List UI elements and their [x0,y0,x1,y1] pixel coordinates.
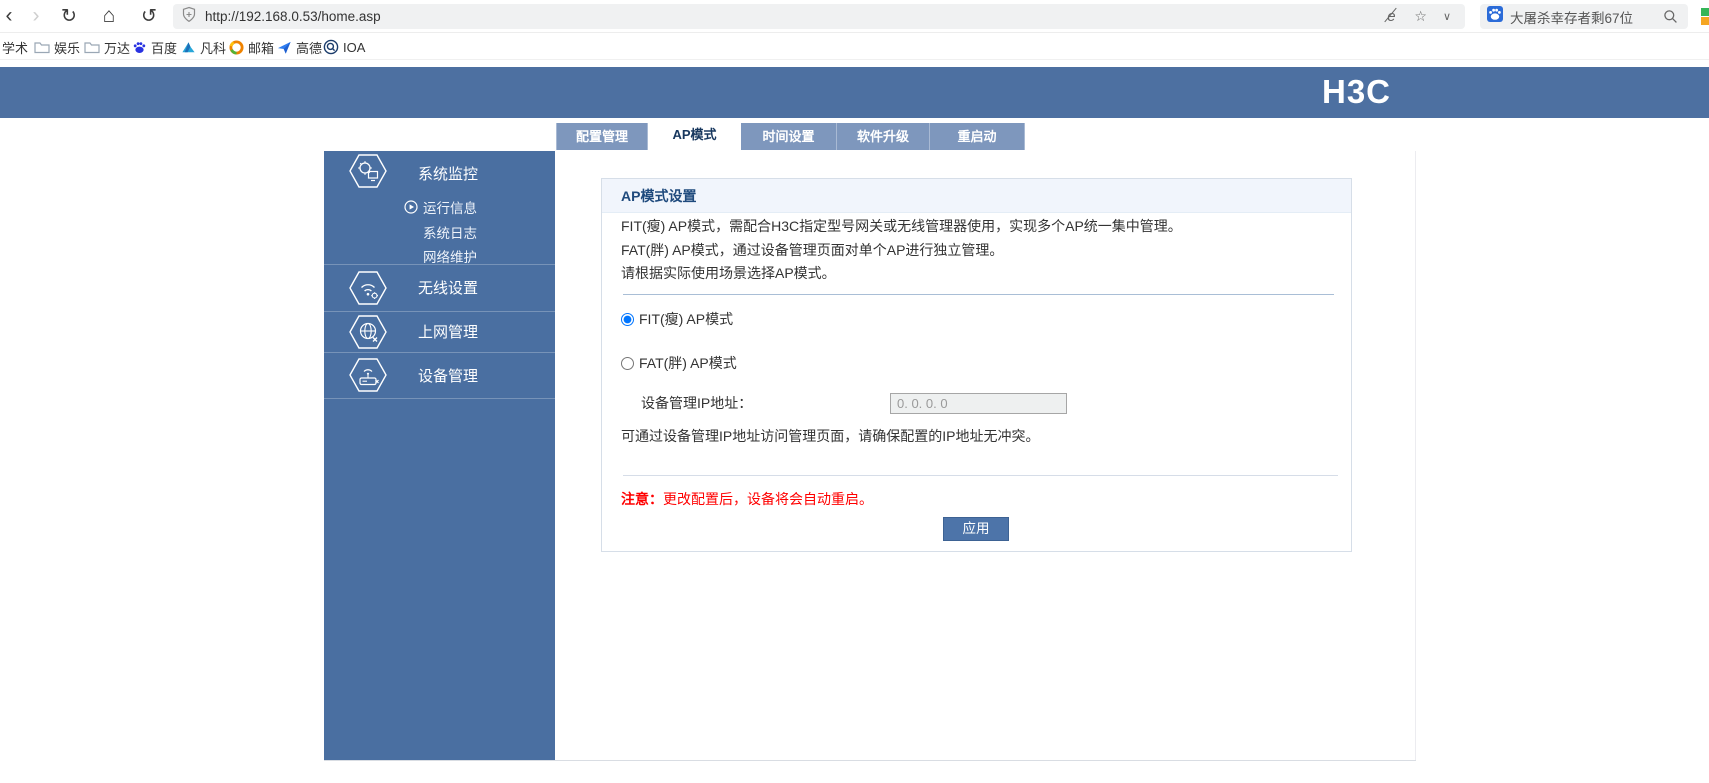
bookmark-folder-yule[interactable]: 娱乐 [34,34,80,60]
device-ip-label: 设备管理IP地址： [641,395,753,411]
tab-ap-mode[interactable]: AP模式 [648,119,741,150]
bookmark-label: 高德 [296,40,323,56]
system-monitor-icon [348,151,388,196]
refresh-button[interactable]: ↻ [56,0,82,32]
tab-bar: 配置管理 AP模式 时间设置 软件升级 重启动 [556,119,1025,150]
fit-mode-option[interactable]: FIT(瘦) AP模式 [621,308,733,330]
address-bar-actions: e ☆ ∨ [1384,4,1451,29]
gaode-icon [277,40,292,55]
bookmarks-bar: 学术 娱乐 万达 百度 凡科 邮箱 高德 IOA [0,34,1709,60]
divider [623,294,1334,295]
sidebar-divider [324,398,555,399]
search-query-text[interactable]: 大屠杀幸存者剩67位 [1510,7,1633,27]
baidu-paw-icon [132,40,147,55]
fanke-icon [181,40,196,55]
content-right-border [1415,151,1416,760]
bookmark-label: 凡科 [200,40,227,56]
browser-window: ‹ › ↻ ⌂ ↺ ☆ http://192.168.0.53/home.asp… [0,0,1709,783]
sidebar-subitem-system-log[interactable]: 系统日志 [324,221,555,243]
internet-management-icon [348,312,388,357]
chevron-down-icon[interactable]: ∨ [1443,10,1451,23]
fit-mode-label: FIT(瘦) AP模式 [639,311,734,327]
bookmark-label: IOA [343,39,366,55]
mail-icon [229,39,244,55]
description-line: FIT(瘦) AP模式，需配合H3C指定型号网关或无线管理器使用，实现多个AP统… [621,218,1182,234]
apply-button[interactable]: 应用 [943,517,1009,541]
bookmark-label: 学术 [2,40,29,56]
search-box[interactable]: 大屠杀幸存者剩67位 [1480,4,1688,29]
ioa-icon [323,39,339,55]
back-button[interactable]: ‹ [0,0,22,32]
panel-title: AP模式设置 [602,179,1351,213]
panel-descriptions: FIT(瘦) AP模式，需配合H3C指定型号网关或无线管理器使用，实现多个AP统… [621,215,1182,286]
browser-toolbar: ‹ › ↻ ⌂ ↺ ☆ http://192.168.0.53/home.asp… [0,0,1709,33]
sidebar-item-label: 设备管理 [418,367,479,385]
bookmark-folder-wanda[interactable]: 万达 [84,34,130,60]
warning-body: 更改配置后，设备将会自动重启。 [663,491,873,507]
wireless-settings-icon [348,268,388,313]
bookmark-star-icon[interactable]: ☆ [1414,8,1427,25]
forward-icon: › [32,4,40,27]
sidebar-item-label: 上网管理 [418,324,479,341]
fat-mode-label: FAT(胖) AP模式 [639,355,737,371]
sidebar-item-label: 无线设置 [418,280,479,297]
bookmark-gaode[interactable]: 高德 [277,34,322,60]
sidebar-subitem-running-info[interactable]: 运行信息 [324,196,555,218]
sidebar-item-system-monitor[interactable]: 系统监控 [324,151,555,196]
fit-mode-radio[interactable] [621,312,634,326]
ap-mode-panel: AP模式设置 FIT(瘦) AP模式，需配合H3C指定型号网关或无线管理器使用，… [601,178,1352,552]
divider [623,475,1338,476]
device-management-icon [348,355,388,400]
compatibility-mode-icon[interactable]: e [1384,8,1398,25]
bookmark-fanke[interactable]: 凡科 [181,34,226,60]
folder-icon [34,40,50,54]
refresh-icon: ↻ [61,5,77,27]
ip-note: 可通过设备管理IP地址访问管理页面，请确保配置的IP地址无冲突。 [621,428,1040,444]
fat-mode-option[interactable]: FAT(胖) AP模式 [621,352,737,374]
baidu-icon [1487,6,1503,27]
description-line: FAT(胖) AP模式，通过设备管理页面对单个AP进行独立管理。 [621,241,1004,258]
description-line: 请根据实际使用场景选择AP模式。 [621,265,836,281]
sidebar-item-device-management[interactable]: 设备管理 [324,352,555,398]
undo-button[interactable]: ↺ [136,0,162,32]
extension-icon[interactable] [1701,8,1709,25]
page-header: H3C [0,67,1709,118]
tab-software-upgrade[interactable]: 软件升级 [837,123,930,150]
bookmark-xueshu[interactable]: 学术 [2,34,28,60]
tab-time-settings[interactable]: 时间设置 [741,123,837,150]
bookmark-baidu[interactable]: 百度 [132,34,177,60]
undo-icon: ↺ [141,5,157,27]
device-ip-input[interactable] [890,393,1067,414]
home-button[interactable]: ⌂ [96,0,122,32]
sidebar-subitem-label: 网络维护 [423,250,477,265]
site-info-shield-icon[interactable] [181,6,197,28]
warning-text: 注意：更改配置后，设备将会自动重启。 [621,488,873,510]
address-bar[interactable]: http://192.168.0.53/home.asp e ☆ ∨ [173,4,1465,29]
bookmark-label: 邮箱 [248,40,275,56]
back-icon: ‹ [5,4,13,27]
bookmark-label: 万达 [104,40,131,56]
content-bottom-border [324,760,1416,761]
folder-icon [84,40,100,54]
h3c-logo: H3C [1322,73,1392,110]
tab-config-management[interactable]: 配置管理 [556,123,648,150]
bookmark-mail[interactable]: 邮箱 [229,34,274,60]
sidebar-item-label: 系统监控 [418,166,479,183]
sidebar-subitem-label: 运行信息 [423,201,477,216]
tab-reboot[interactable]: 重启动 [930,123,1025,150]
sidebar: 系统监控 运行信息 系统日志 网络维护 无线设置 上网管理 设备管理 [324,151,555,760]
search-icon[interactable] [1663,9,1678,29]
forward-button[interactable]: › [23,0,49,32]
bookmark-ioa[interactable]: IOA [323,34,365,60]
sidebar-subitem-label: 系统日志 [423,226,477,241]
url-text[interactable]: http://192.168.0.53/home.asp [205,9,381,24]
warning-prefix: 注意： [621,491,663,507]
bookmark-label: 百度 [151,40,178,56]
fat-mode-radio[interactable] [621,356,634,370]
running-info-active-icon [404,200,418,217]
sidebar-item-wireless-settings[interactable]: 无线设置 [324,264,555,311]
home-icon: ⌂ [102,4,116,27]
sidebar-item-internet-management[interactable]: 上网管理 [324,311,555,352]
bookmark-label: 娱乐 [54,40,81,56]
